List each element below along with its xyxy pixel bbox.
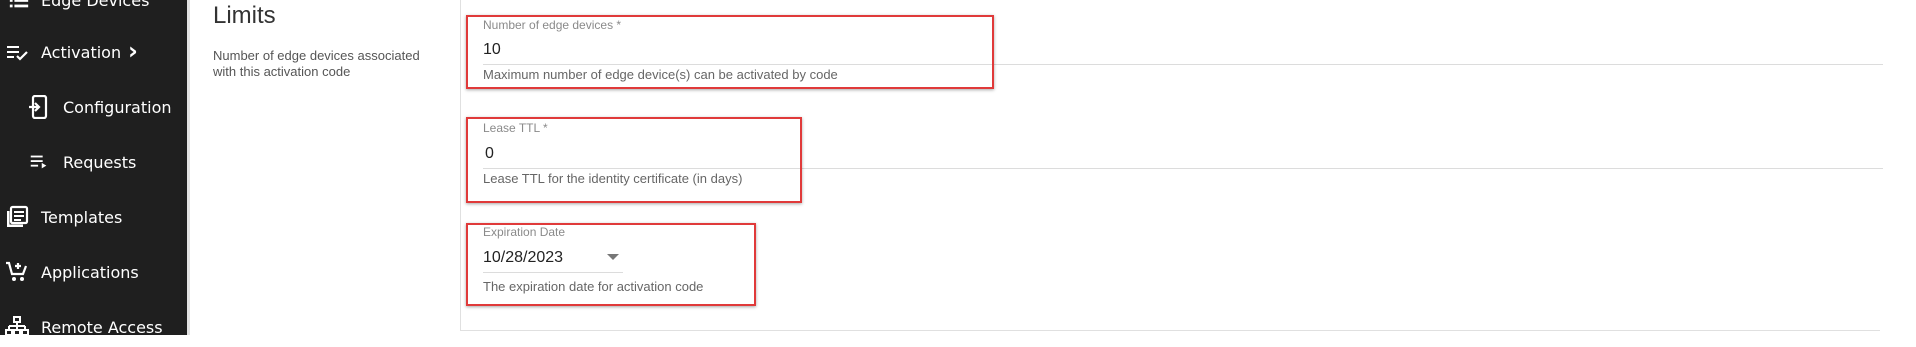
- lease-ttl-underline: [483, 168, 1883, 169]
- edge-devices-label: Number of edge devices *: [483, 18, 622, 32]
- sidebar-item-label: Templates: [41, 207, 123, 227]
- list-icon: [6, 0, 32, 13]
- sidebar-item-templates[interactable]: Templates: [0, 197, 190, 237]
- sidebar-item-activation[interactable]: Activation ›: [0, 32, 190, 72]
- sidebar-item-applications[interactable]: Applications: [0, 252, 190, 292]
- checklist-icon: [4, 39, 30, 65]
- chevron-right-icon: ›: [128, 37, 138, 65]
- expiration-date-label: Expiration Date: [483, 225, 566, 239]
- sidebar-item-remote-access[interactable]: Remote Access: [0, 307, 190, 347]
- edge-devices-hint: Maximum number of edge device(s) can be …: [483, 67, 838, 82]
- sidebar-item-label: Activation: [41, 42, 122, 62]
- add-cart-icon: [4, 259, 30, 285]
- section-description: Number of edge devices associated with t…: [213, 48, 420, 79]
- edge-devices-input[interactable]: 10: [483, 41, 501, 59]
- sidebar-item-label: Configuration: [63, 97, 172, 117]
- section-title: Limits: [213, 2, 276, 29]
- device-add-icon: [26, 94, 52, 120]
- lease-ttl-input[interactable]: 0: [485, 145, 494, 163]
- library-books-icon: [4, 204, 30, 230]
- lease-ttl-hint: Lease TTL for the identity certificate (…: [483, 171, 743, 186]
- network-icon: [4, 314, 30, 340]
- sidebar: Edge Devices Activation › Configuration …: [0, 0, 190, 337]
- sidebar-item-configuration[interactable]: Configuration: [0, 87, 190, 127]
- expiration-date-underline: [483, 272, 623, 273]
- sidebar-item-label: Requests: [63, 152, 137, 172]
- edge-devices-underline: [483, 64, 1883, 65]
- chevron-down-icon[interactable]: [607, 254, 619, 260]
- expiration-date-hint: The expiration date for activation code: [483, 279, 704, 294]
- sidebar-item-edge-devices[interactable]: Edge Devices: [0, 0, 190, 20]
- sidebar-item-label: Applications: [41, 262, 139, 282]
- sidebar-item-requests[interactable]: Requests: [0, 142, 190, 182]
- sidebar-item-label: Remote Access: [41, 317, 163, 337]
- expiration-date-select[interactable]: 10/28/2023: [483, 249, 563, 267]
- playlist-icon: [26, 149, 52, 175]
- sidebar-item-label: Edge Devices: [41, 0, 150, 10]
- lease-ttl-label: Lease TTL *: [483, 121, 548, 135]
